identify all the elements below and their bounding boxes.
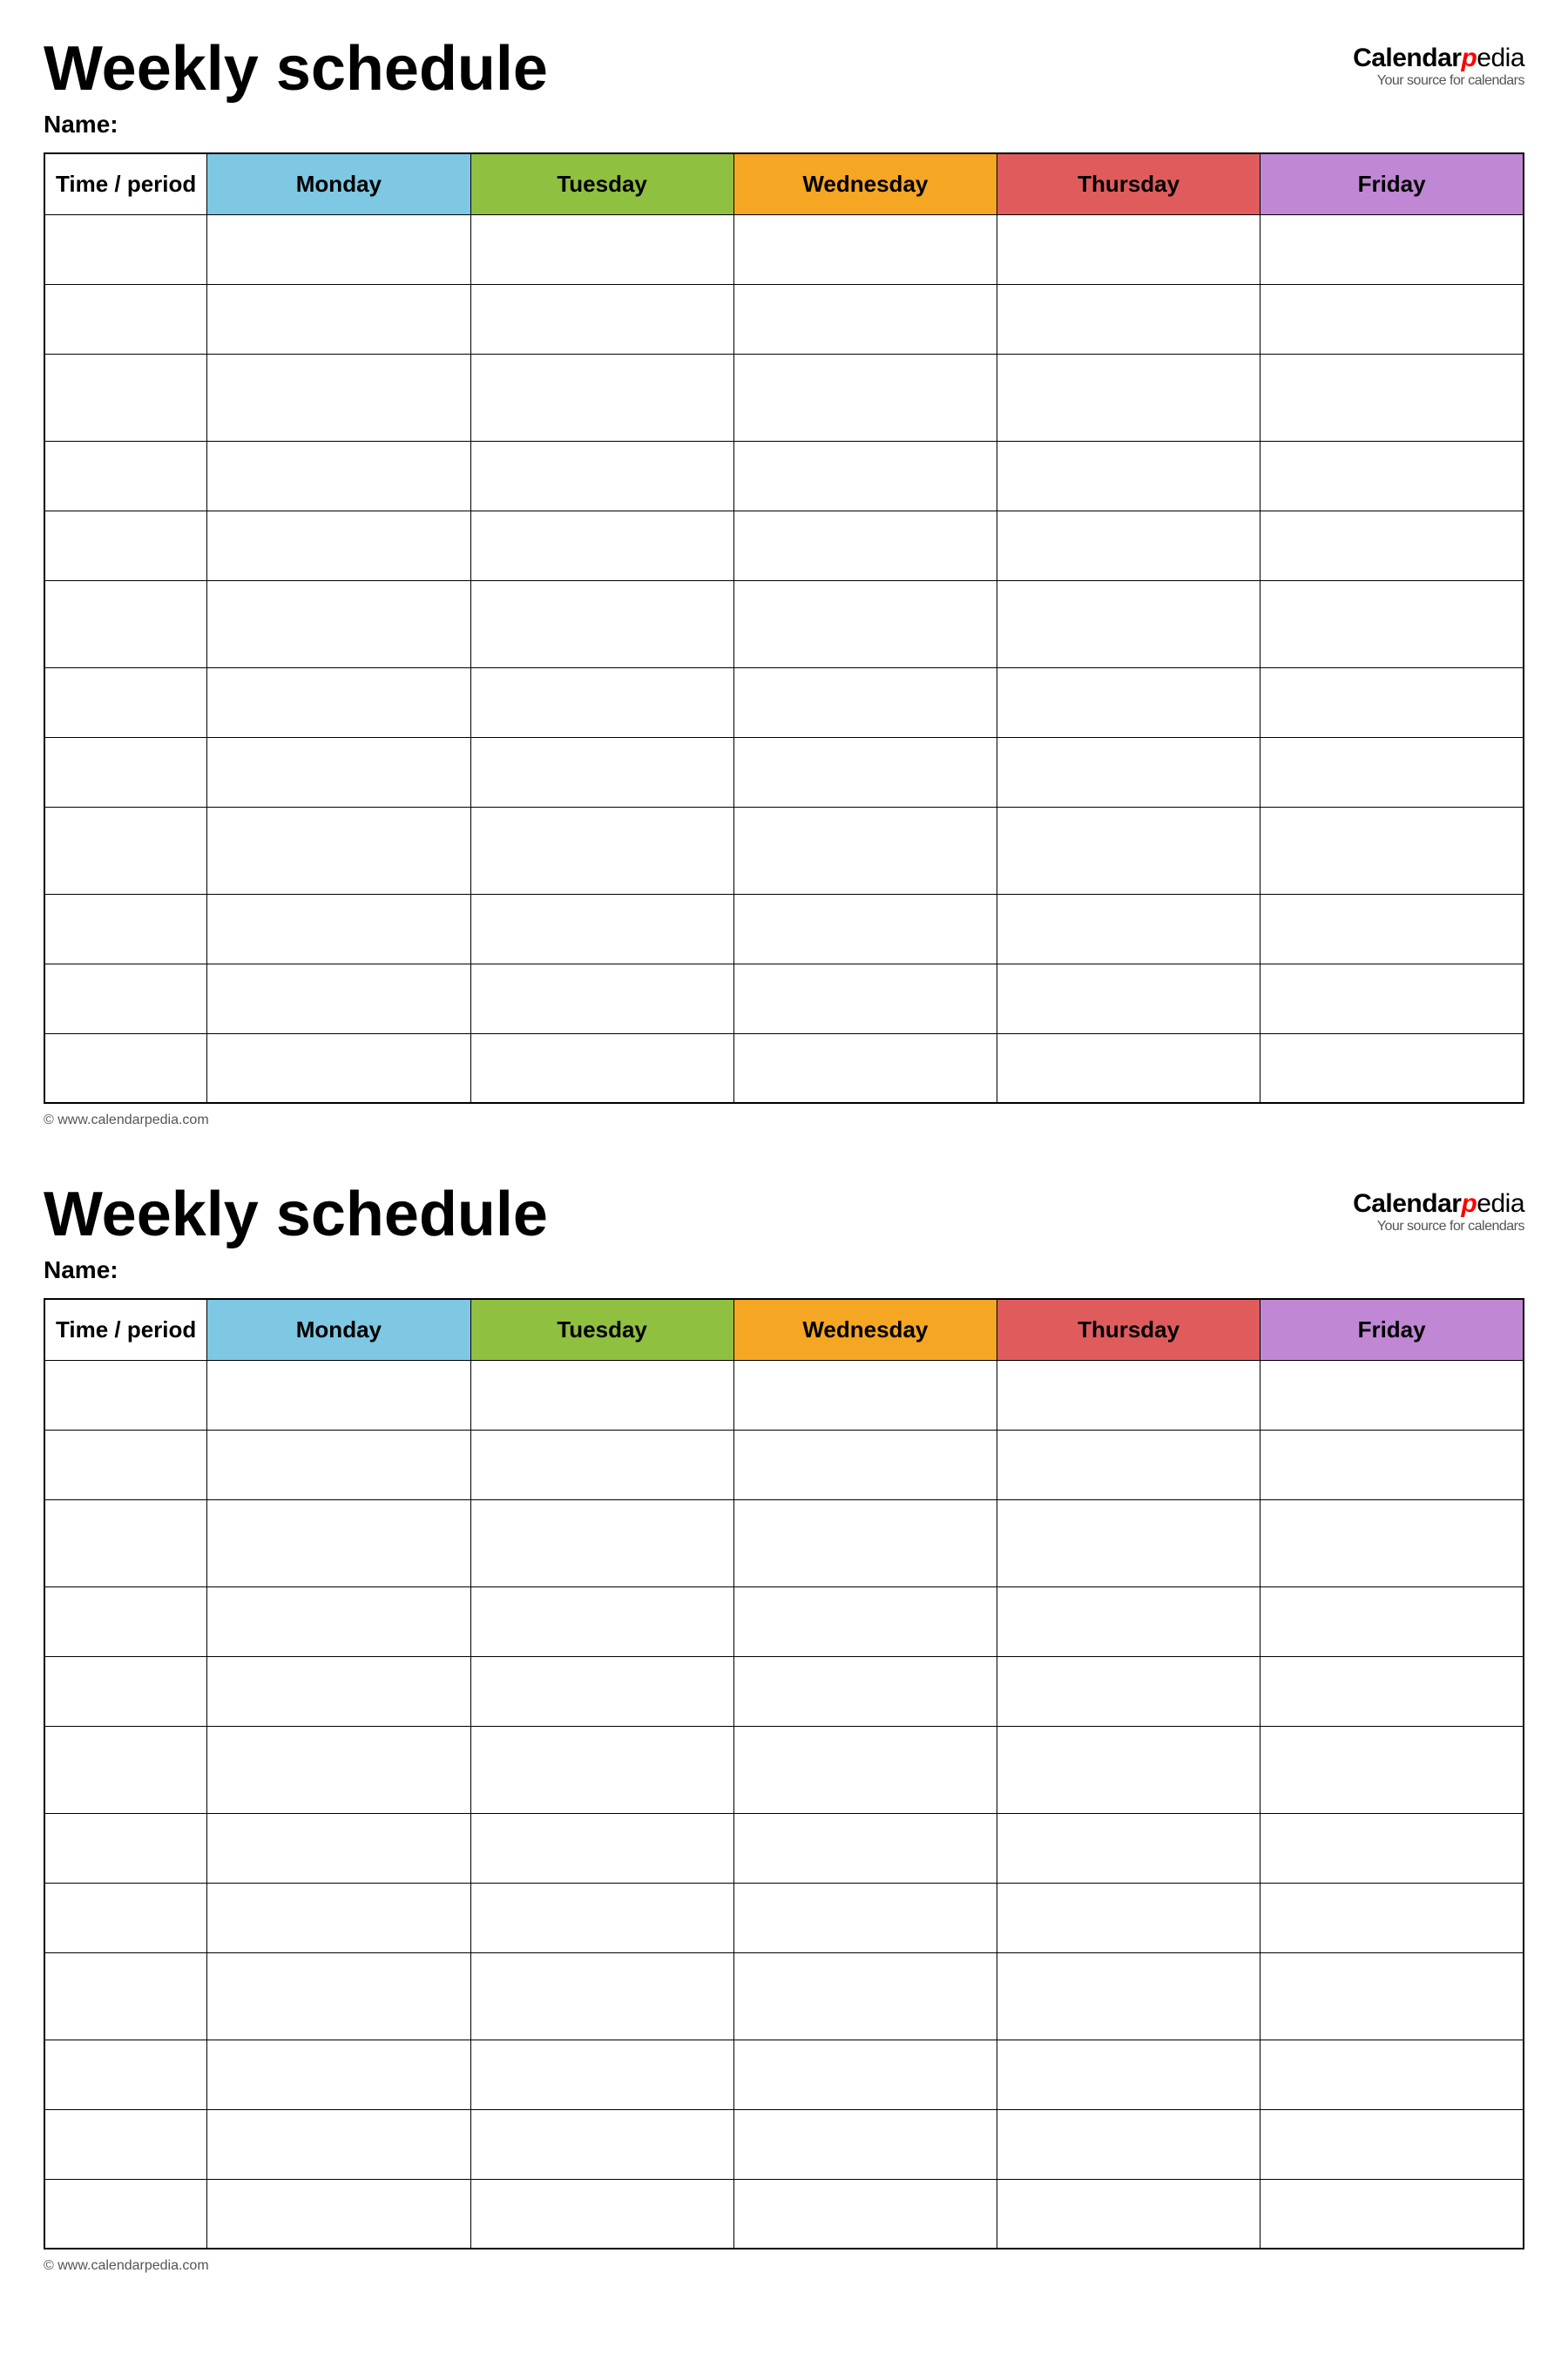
schedule-table-2: Time / period Monday Tuesday Wednesday T…	[44, 1298, 1524, 2249]
cell-time	[44, 737, 207, 807]
cell-time	[44, 2109, 207, 2179]
copyright-2: © www.calendarpedia.com	[44, 2258, 1524, 2274]
logo-area-1: Calendarpedia Your source for calendars	[1353, 35, 1524, 89]
table-row	[44, 1033, 1524, 1103]
table-row	[44, 964, 1524, 1033]
table-row	[44, 2109, 1524, 2179]
table-row	[44, 1726, 1524, 1813]
header-monday-1: Monday	[207, 153, 470, 214]
cell-time	[44, 441, 207, 511]
copyright-1: © www.calendarpedia.com	[44, 1113, 1524, 1128]
table-row	[44, 354, 1524, 441]
table-row	[44, 667, 1524, 737]
header-friday-1: Friday	[1260, 153, 1524, 214]
cell-time	[44, 894, 207, 964]
table-row	[44, 807, 1524, 894]
table-row	[44, 1952, 1524, 2040]
table-row	[44, 2040, 1524, 2109]
cell-time	[44, 807, 207, 894]
cell-time	[44, 214, 207, 284]
page-title-2: Weekly schedule	[44, 1180, 548, 1249]
logo-2: Calendarpedia Your source for calendars	[1353, 1189, 1524, 1235]
logo-1: Calendarpedia Your source for calendars	[1353, 44, 1524, 89]
cell-time	[44, 1813, 207, 1883]
schedule-section-2: Weekly schedule Calendarpedia Your sourc…	[44, 1180, 1524, 2274]
cell-time	[44, 1952, 207, 2040]
schedule-table-1: Time / period Monday Tuesday Wednesday T…	[44, 152, 1524, 1104]
cell-time	[44, 2179, 207, 2249]
cell-time	[44, 1033, 207, 1103]
table-row	[44, 1499, 1524, 1586]
logo-tagline-1: Your source for calendars	[1353, 73, 1524, 89]
cell-time	[44, 1726, 207, 1813]
header-tuesday-2: Tuesday	[470, 1299, 733, 1360]
cell-time	[44, 964, 207, 1033]
table-row	[44, 1656, 1524, 1726]
header-friday-2: Friday	[1260, 1299, 1524, 1360]
header-wednesday-2: Wednesday	[733, 1299, 997, 1360]
table-row	[44, 1360, 1524, 1430]
table-row	[44, 1813, 1524, 1883]
cell-time	[44, 1430, 207, 1499]
table-row	[44, 894, 1524, 964]
header-time-1: Time / period	[44, 153, 207, 214]
table-row	[44, 511, 1524, 580]
name-label-1: Name:	[44, 111, 1524, 139]
cell-time	[44, 511, 207, 580]
logo-area-2: Calendarpedia Your source for calendars	[1353, 1180, 1524, 1235]
table-row	[44, 284, 1524, 354]
header-time-2: Time / period	[44, 1299, 207, 1360]
header-thursday-1: Thursday	[997, 153, 1260, 214]
header-thursday-2: Thursday	[997, 1299, 1260, 1360]
name-label-2: Name:	[44, 1256, 1524, 1284]
schedule-section-1: Weekly schedule Calendarpedia Your sourc…	[44, 35, 1524, 1128]
table-row	[44, 580, 1524, 667]
header-tuesday-1: Tuesday	[470, 153, 733, 214]
section2-header: Weekly schedule Calendarpedia Your sourc…	[44, 1180, 1524, 1249]
logo-tagline-2: Your source for calendars	[1353, 1219, 1524, 1235]
table-row	[44, 1586, 1524, 1656]
cell-time	[44, 1656, 207, 1726]
table-header-row-1: Time / period Monday Tuesday Wednesday T…	[44, 153, 1524, 214]
table-row	[44, 1883, 1524, 1952]
cell-time	[44, 667, 207, 737]
cell-time	[44, 1586, 207, 1656]
logo-brand-2: Calendarpedia	[1353, 1189, 1524, 1218]
cell-time	[44, 2040, 207, 2109]
cell-time	[44, 1883, 207, 1952]
cell-time	[44, 1499, 207, 1586]
table-row	[44, 2179, 1524, 2249]
cell-time	[44, 354, 207, 441]
header-monday-2: Monday	[207, 1299, 470, 1360]
table-row	[44, 1430, 1524, 1499]
table-row	[44, 441, 1524, 511]
section1-header: Weekly schedule Calendarpedia Your sourc…	[44, 35, 1524, 104]
header-wednesday-1: Wednesday	[733, 153, 997, 214]
cell-time	[44, 580, 207, 667]
page-title-1: Weekly schedule	[44, 35, 548, 104]
table-row	[44, 737, 1524, 807]
logo-brand-1: Calendarpedia	[1353, 44, 1524, 72]
cell-time	[44, 1360, 207, 1430]
cell-time	[44, 284, 207, 354]
table-header-row-2: Time / period Monday Tuesday Wednesday T…	[44, 1299, 1524, 1360]
table-row	[44, 214, 1524, 284]
